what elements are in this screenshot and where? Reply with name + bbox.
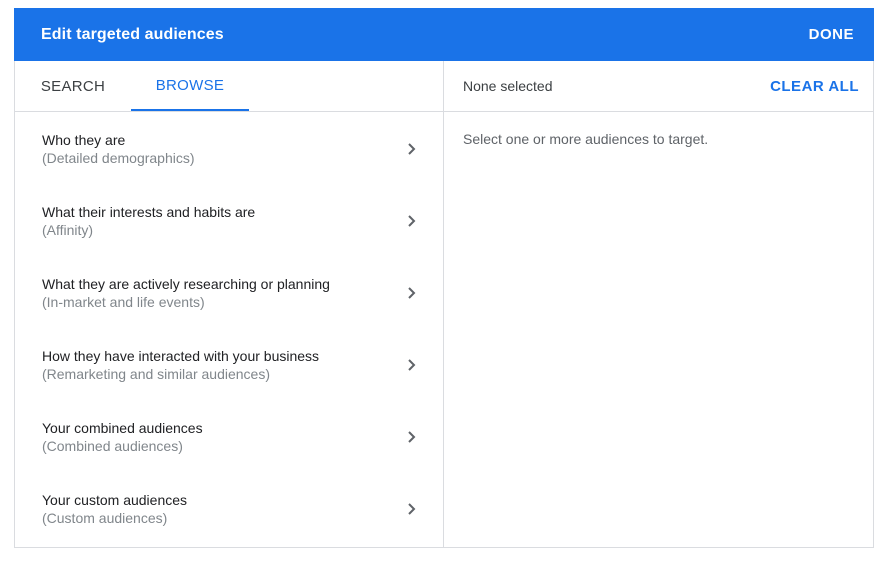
list-item-subtitle: (Detailed demographics) <box>42 150 195 166</box>
list-item-title: Who they are <box>42 132 126 148</box>
list-item-detailed-demographics[interactable]: Who they are (Detailed demographics) <box>15 118 443 190</box>
list-item-custom[interactable]: Your custom audiences (Custom audiences) <box>15 478 443 550</box>
edit-audiences-dialog: Edit targeted audiences DONE SEARCH BROW… <box>14 8 874 548</box>
list-item-combined[interactable]: Your combined audiences (Combined audien… <box>15 406 443 478</box>
tab-search[interactable]: SEARCH <box>15 61 131 111</box>
empty-selection-message: Select one or more audiences to target. <box>463 131 709 147</box>
list-item-title: Your custom audiences <box>42 492 188 508</box>
list-item-subtitle: (Remarketing and similar audiences) <box>42 366 270 382</box>
dialog-header: Edit targeted audiences DONE <box>14 8 874 61</box>
chevron-right-icon <box>408 143 416 155</box>
list-item-subtitle: (In-market and life events) <box>42 294 205 310</box>
list-item-subtitle: (Affinity) <box>42 222 94 238</box>
selection-header: None selected CLEAR ALL <box>444 61 874 112</box>
list-item-affinity[interactable]: What their interests and habits are (Aff… <box>15 190 443 262</box>
list-item-subtitle: (Combined audiences) <box>42 438 183 454</box>
clear-all-button[interactable]: CLEAR ALL <box>770 78 859 95</box>
selection-status: None selected <box>463 78 553 94</box>
chevron-right-icon <box>408 287 416 299</box>
audience-category-list: Who they are (Detailed demographics) Wha… <box>15 112 443 550</box>
chevron-right-icon <box>408 431 416 443</box>
list-item-subtitle: (Custom audiences) <box>42 510 168 526</box>
list-item-title: Your combined audiences <box>42 420 203 436</box>
browse-panel: SEARCH BROWSE Who they are (Detailed dem… <box>15 61 444 547</box>
chevron-right-icon <box>408 215 416 227</box>
tab-bar: SEARCH BROWSE <box>15 61 443 112</box>
dialog-title: Edit targeted audiences <box>41 25 224 43</box>
list-item-title: What their interests and habits are <box>42 204 256 220</box>
list-item-in-market[interactable]: What they are actively researching or pl… <box>15 262 443 334</box>
done-button[interactable]: DONE <box>809 26 854 43</box>
tab-browse[interactable]: BROWSE <box>131 61 249 111</box>
list-item-title: What they are actively researching or pl… <box>42 276 330 292</box>
list-item-remarketing[interactable]: How they have interacted with your busin… <box>15 334 443 406</box>
chevron-right-icon <box>408 503 416 515</box>
list-item-title: How they have interacted with your busin… <box>42 348 320 364</box>
selection-panel: None selected CLEAR ALL Select one or mo… <box>444 61 874 547</box>
chevron-right-icon <box>408 359 416 371</box>
